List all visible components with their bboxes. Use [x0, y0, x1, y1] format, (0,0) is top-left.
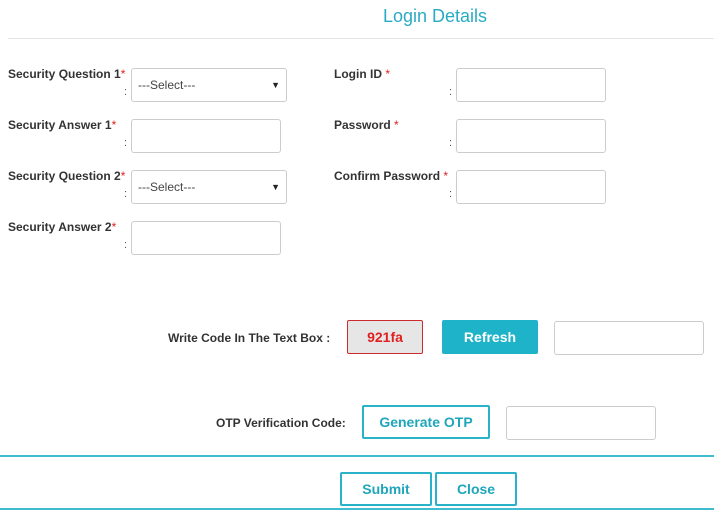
colon: : [449, 137, 453, 149]
captcha-input[interactable] [554, 321, 704, 355]
security-answer-1-input[interactable] [131, 119, 281, 153]
confirm-password-label: Confirm Password * [334, 169, 449, 183]
security-question-1-select[interactable]: ---Select--- ▼ [131, 68, 287, 102]
security-answer-2-input[interactable] [131, 221, 281, 255]
login-id-label: Login ID * [334, 67, 391, 81]
otp-label: OTP Verification Code: [216, 416, 346, 430]
otp-input[interactable] [506, 406, 656, 440]
password-input[interactable] [456, 119, 606, 153]
generate-otp-button[interactable]: Generate OTP [362, 405, 490, 439]
security-question-2-label: Security Question 2* [8, 169, 126, 183]
submit-button[interactable]: Submit [340, 472, 432, 506]
page-title: Login Details [382, 6, 488, 26]
colon: : [449, 86, 453, 98]
security-question-1-label: Security Question 1* [8, 67, 126, 81]
close-button[interactable]: Close [435, 472, 517, 506]
security-question-2-select[interactable]: ---Select--- ▼ [131, 170, 287, 204]
captcha-code: 921fa [347, 320, 423, 354]
colon: : [124, 239, 128, 251]
select-value: ---Select--- [138, 78, 196, 92]
login-id-input[interactable] [456, 68, 606, 102]
password-label: Password * [334, 118, 399, 132]
security-answer-1-label: Security Answer 1* [8, 118, 117, 132]
colon: : [124, 86, 128, 98]
select-value: ---Select--- [138, 180, 196, 194]
footer-divider-top [0, 455, 714, 457]
footer-divider-bottom [0, 508, 714, 510]
confirm-password-input[interactable] [456, 170, 606, 204]
colon: : [124, 188, 128, 200]
captcha-label: Write Code In The Text Box : [168, 331, 331, 345]
title-divider [8, 38, 714, 39]
refresh-captcha-button[interactable]: Refresh [442, 320, 538, 354]
colon: : [449, 188, 453, 200]
caret-down-icon: ▼ [271, 80, 280, 90]
security-answer-2-label: Security Answer 2* [8, 220, 117, 234]
caret-down-icon: ▼ [271, 182, 280, 192]
colon: : [124, 137, 128, 149]
